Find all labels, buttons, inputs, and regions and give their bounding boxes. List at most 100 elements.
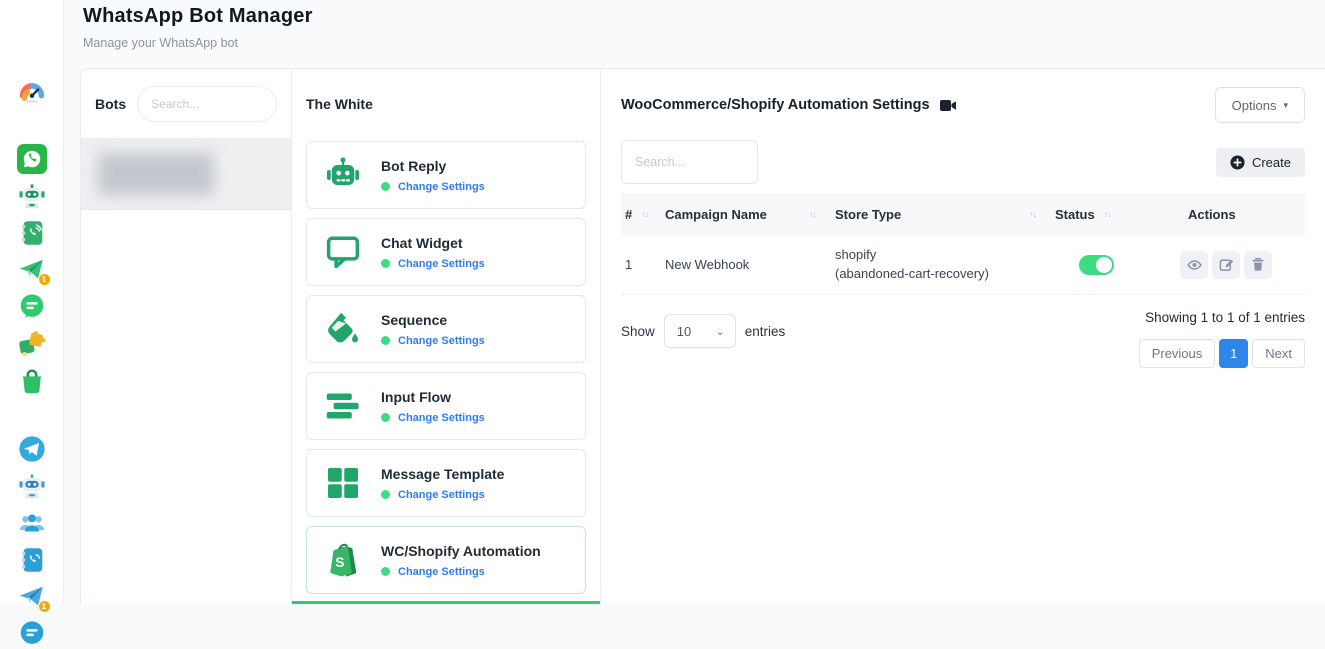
- robot-green-glyph: [17, 181, 47, 211]
- whatsapp-contacts-icon[interactable]: [17, 218, 47, 248]
- menu-item-wc-shopify-automation[interactable]: S WC/Shopify Automation Change Settings: [306, 526, 586, 594]
- bot-name-redacted: [98, 153, 214, 195]
- status-toggle[interactable]: [1079, 255, 1114, 275]
- page-size-control: Show 10 ⌄ entries: [621, 314, 785, 348]
- whatsapp-glyph: [17, 144, 47, 174]
- menu-item-label: Message Template: [381, 466, 504, 482]
- telegram-glyph: [17, 434, 47, 464]
- change-settings-link[interactable]: Change Settings: [381, 566, 541, 578]
- cell-store-type: shopify (abandoned-cart-recovery): [831, 246, 1051, 284]
- menu-item-bot-reply[interactable]: Bot Reply Change Settings: [306, 141, 586, 209]
- column-header-store-type[interactable]: Store Type ↑↓: [831, 207, 1051, 222]
- sort-icon[interactable]: ↑↓: [809, 210, 816, 219]
- chevron-down-icon: ⌄: [716, 325, 725, 338]
- column-header-index[interactable]: # ↑↓: [621, 207, 661, 222]
- whatsapp-icon[interactable]: [17, 144, 47, 174]
- sort-icon[interactable]: ↑↓: [1104, 210, 1111, 219]
- notification-badge: 1: [38, 273, 51, 286]
- whatsapp-shop-icon[interactable]: [17, 366, 47, 396]
- robot-icon: [322, 154, 364, 196]
- page-header: WhatsApp Bot Manager Manage your WhatsAp…: [83, 5, 313, 50]
- entries-label: entries: [745, 324, 786, 339]
- page-size-select[interactable]: 10 ⌄: [664, 314, 736, 348]
- campaign-search-input[interactable]: [621, 140, 758, 184]
- telegram-contacts-icon[interactable]: [17, 545, 47, 575]
- column-header-campaign-name[interactable]: Campaign Name ↑↓: [661, 207, 831, 222]
- bot-list-item-selected[interactable]: [81, 139, 291, 210]
- chevron-down-icon: ▾: [1283, 100, 1288, 111]
- telegram-broadcast-icon[interactable]: 1: [17, 582, 47, 612]
- change-settings-link[interactable]: Change Settings: [381, 489, 504, 501]
- change-settings-link[interactable]: Change Settings: [381, 181, 485, 193]
- change-settings-link[interactable]: Change Settings: [381, 258, 485, 270]
- chat-bubble-green-glyph: [17, 292, 47, 322]
- options-button[interactable]: Options ▾: [1215, 87, 1305, 123]
- users-blue-glyph: [17, 508, 47, 538]
- telegram-groups-icon[interactable]: [17, 508, 47, 538]
- main-card: Bots The White B: [80, 68, 1325, 604]
- whatsapp-chat-icon[interactable]: [17, 292, 47, 322]
- trash-icon: [1251, 257, 1265, 272]
- integrations-icon[interactable]: [17, 329, 47, 359]
- eye-icon: [1187, 258, 1202, 272]
- toggle-knob: [1096, 257, 1112, 273]
- automation-panel: WooCommerce/Shopify Automation Settings …: [601, 69, 1325, 604]
- automation-title: WooCommerce/Shopify Automation Settings: [621, 97, 930, 113]
- menu-item-chat-widget[interactable]: Chat Widget Change Settings: [306, 218, 586, 286]
- status-dot: [381, 259, 390, 268]
- view-button[interactable]: [1180, 251, 1208, 279]
- edit-button[interactable]: [1212, 251, 1240, 279]
- status-dot: [381, 490, 390, 499]
- table-row: 1 New Webhook shopify (abandoned-cart-re…: [621, 235, 1305, 295]
- puzzle-hands-glyph: [17, 329, 47, 359]
- chat-widget-icon: [322, 231, 364, 273]
- bots-panel: Bots: [81, 69, 291, 604]
- telegram-icon[interactable]: [17, 434, 47, 464]
- menu-item-message-template[interactable]: Message Template Change Settings: [306, 449, 586, 517]
- robot-blue-glyph: [17, 471, 47, 501]
- footer-right: Showing 1 to 1 of 1 entries Previous 1 N…: [1139, 308, 1305, 368]
- svg-text:S: S: [335, 555, 344, 570]
- cell-status: [1051, 255, 1176, 275]
- whatsapp-broadcast-icon[interactable]: 1: [17, 255, 47, 285]
- whatsapp-bot-icon[interactable]: [17, 181, 47, 211]
- cell-campaign-name: New Webhook: [661, 257, 831, 272]
- contacts-blue-glyph: [17, 545, 47, 575]
- next-page-button[interactable]: Next: [1252, 339, 1305, 368]
- sort-icon[interactable]: ↑↓: [1029, 210, 1036, 219]
- telegram-chat-icon[interactable]: [17, 619, 47, 649]
- show-label: Show: [621, 324, 655, 339]
- create-button[interactable]: Create: [1216, 148, 1305, 177]
- telegram-bot-icon[interactable]: [17, 471, 47, 501]
- page-1-button[interactable]: 1: [1219, 339, 1248, 368]
- dashboard-speedometer-icon[interactable]: [17, 76, 47, 106]
- column-header-actions: Actions: [1176, 207, 1305, 222]
- menu-item-label: Input Flow: [381, 389, 485, 405]
- sort-icon[interactable]: ↑↓: [641, 210, 648, 219]
- notification-badge: 1: [38, 600, 51, 613]
- status-dot: [381, 182, 390, 191]
- previous-page-button[interactable]: Previous: [1139, 339, 1216, 368]
- menu-item-label: Sequence: [381, 312, 485, 328]
- page-subtitle: Manage your WhatsApp bot: [83, 36, 313, 50]
- change-settings-link[interactable]: Change Settings: [381, 335, 485, 347]
- menu-item-sequence[interactable]: Sequence Change Settings: [306, 295, 586, 363]
- bot-menu-panel: The White Bot Reply Change Se: [291, 69, 601, 604]
- bots-search-input[interactable]: [137, 86, 277, 122]
- pagination: Previous 1 Next: [1139, 339, 1305, 368]
- delete-button[interactable]: [1244, 251, 1272, 279]
- table-footer: Show 10 ⌄ entries Showing 1 to 1 of 1 en…: [621, 308, 1305, 368]
- status-dot: [381, 413, 390, 422]
- bots-panel-header: Bots: [81, 69, 291, 139]
- automation-header: WooCommerce/Shopify Automation Settings …: [621, 86, 1305, 124]
- column-header-status[interactable]: Status ↑↓: [1051, 207, 1176, 222]
- menu-item-input-flow[interactable]: Input Flow Change Settings: [306, 372, 586, 440]
- video-tutorial-icon[interactable]: [940, 99, 957, 112]
- table-header-row: # ↑↓ Campaign Name ↑↓ Store Type ↑↓ Stat…: [621, 193, 1305, 235]
- app-sidebar: 1: [0, 0, 64, 604]
- menu-item-label: Bot Reply: [381, 158, 485, 174]
- change-settings-link[interactable]: Change Settings: [381, 412, 485, 424]
- bots-panel-title: Bots: [95, 96, 126, 112]
- chat-bubble-blue-glyph: [17, 619, 47, 649]
- speedometer-glyph: [17, 76, 47, 106]
